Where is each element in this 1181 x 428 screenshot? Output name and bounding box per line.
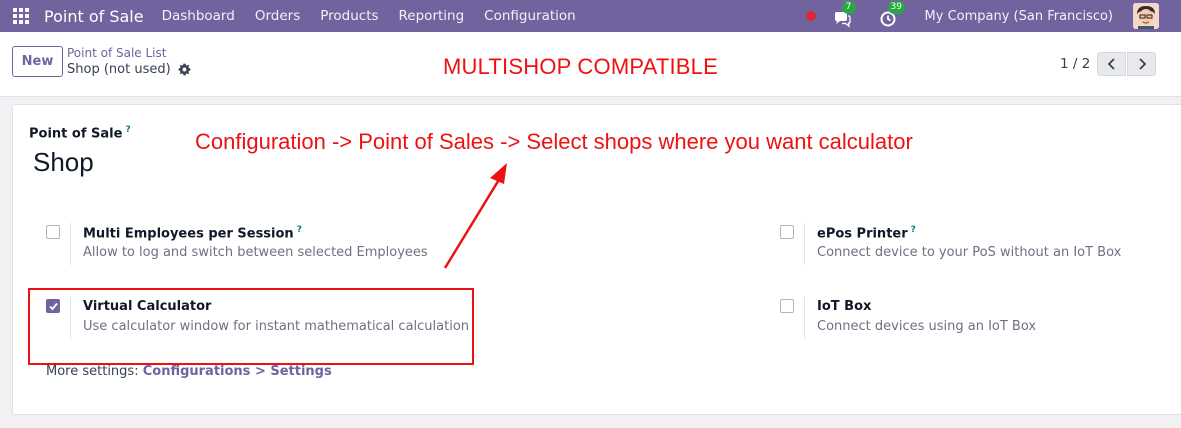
navbar-systray: 7 39 My Company (San Francisco) <box>805 0 1181 32</box>
setting-divider <box>804 297 805 339</box>
iot-box-checkbox[interactable] <box>780 299 794 313</box>
chevron-left-icon <box>1107 58 1115 70</box>
help-tooltip-icon[interactable]: ? <box>125 125 130 135</box>
epos-printer-title: ePos Printer? <box>817 225 916 241</box>
app-brand[interactable]: Point of Sale <box>44 7 144 26</box>
menu-configuration[interactable]: Configuration <box>474 8 586 24</box>
annotation-multishop: MULTISHOP COMPATIBLE <box>443 54 718 79</box>
multi-employees-description: Allow to log and switch between selected… <box>83 245 428 260</box>
pager-value[interactable]: 1 / 2 <box>1060 56 1090 72</box>
company-switcher[interactable]: My Company (San Francisco) <box>925 9 1113 24</box>
field-label-text: Point of Sale <box>29 126 123 142</box>
gear-icon[interactable] <box>178 63 191 76</box>
activities-button[interactable]: 39 <box>879 1 905 27</box>
messages-count-badge: 7 <box>841 1 856 14</box>
record-name-text: Shop (not used) <box>67 62 171 77</box>
breadcrumb[interactable]: Point of Sale List <box>67 46 166 60</box>
record-title[interactable]: Shop <box>33 147 94 178</box>
record-dot-icon[interactable] <box>805 11 816 21</box>
epos-printer-checkbox[interactable] <box>780 225 794 239</box>
pager-previous-button[interactable] <box>1097 52 1126 76</box>
setting-divider <box>70 223 71 265</box>
pager-next-button[interactable] <box>1127 52 1156 76</box>
multi-employees-label: Multi Employees per Session <box>83 226 294 242</box>
multi-employees-checkbox[interactable] <box>46 225 60 239</box>
field-label-point-of-sale: Point of Sale? <box>29 125 131 141</box>
menu-orders[interactable]: Orders <box>245 8 310 24</box>
annotation-arrow-icon <box>443 163 507 269</box>
help-tooltip-icon[interactable]: ? <box>911 225 916 235</box>
iot-box-title: IoT Box <box>817 299 872 314</box>
help-tooltip-icon[interactable]: ? <box>297 225 302 235</box>
more-settings-link[interactable]: Configurations > Settings <box>143 364 332 379</box>
epos-printer-description: Connect device to your PoS without an Io… <box>817 245 1122 260</box>
highlight-box <box>28 288 474 365</box>
more-settings-prefix: More settings: <box>46 364 143 379</box>
messages-button[interactable]: 7 <box>833 1 856 28</box>
iot-box-description: Connect devices using an IoT Box <box>817 319 1037 334</box>
chevron-right-icon <box>1138 58 1146 70</box>
more-settings: More settings: Configurations > Settings <box>46 364 332 379</box>
menu-reporting[interactable]: Reporting <box>389 8 475 24</box>
top-navbar: Point of Sale Dashboard Orders Products … <box>0 0 1181 32</box>
annotation-instructions: Configuration -> Point of Sales -> Selec… <box>195 129 913 154</box>
user-avatar-icon <box>1133 3 1159 29</box>
menu-dashboard[interactable]: Dashboard <box>152 8 245 24</box>
setting-divider <box>804 223 805 265</box>
epos-printer-label: ePos Printer <box>817 226 908 242</box>
apps-grid-icon[interactable] <box>13 8 29 24</box>
avatar[interactable] <box>1133 3 1159 29</box>
new-button[interactable]: New <box>12 46 63 77</box>
control-panel: New Point of Sale List Shop (not used) M… <box>0 32 1181 97</box>
multi-employees-title: Multi Employees per Session? <box>83 225 302 241</box>
activities-count-badge: 39 <box>887 1 905 14</box>
form-sheet: Point of Sale? Shop Configuration -> Poi… <box>12 104 1181 415</box>
menu-products[interactable]: Products <box>310 8 388 24</box>
record-name: Shop (not used) <box>67 62 191 77</box>
